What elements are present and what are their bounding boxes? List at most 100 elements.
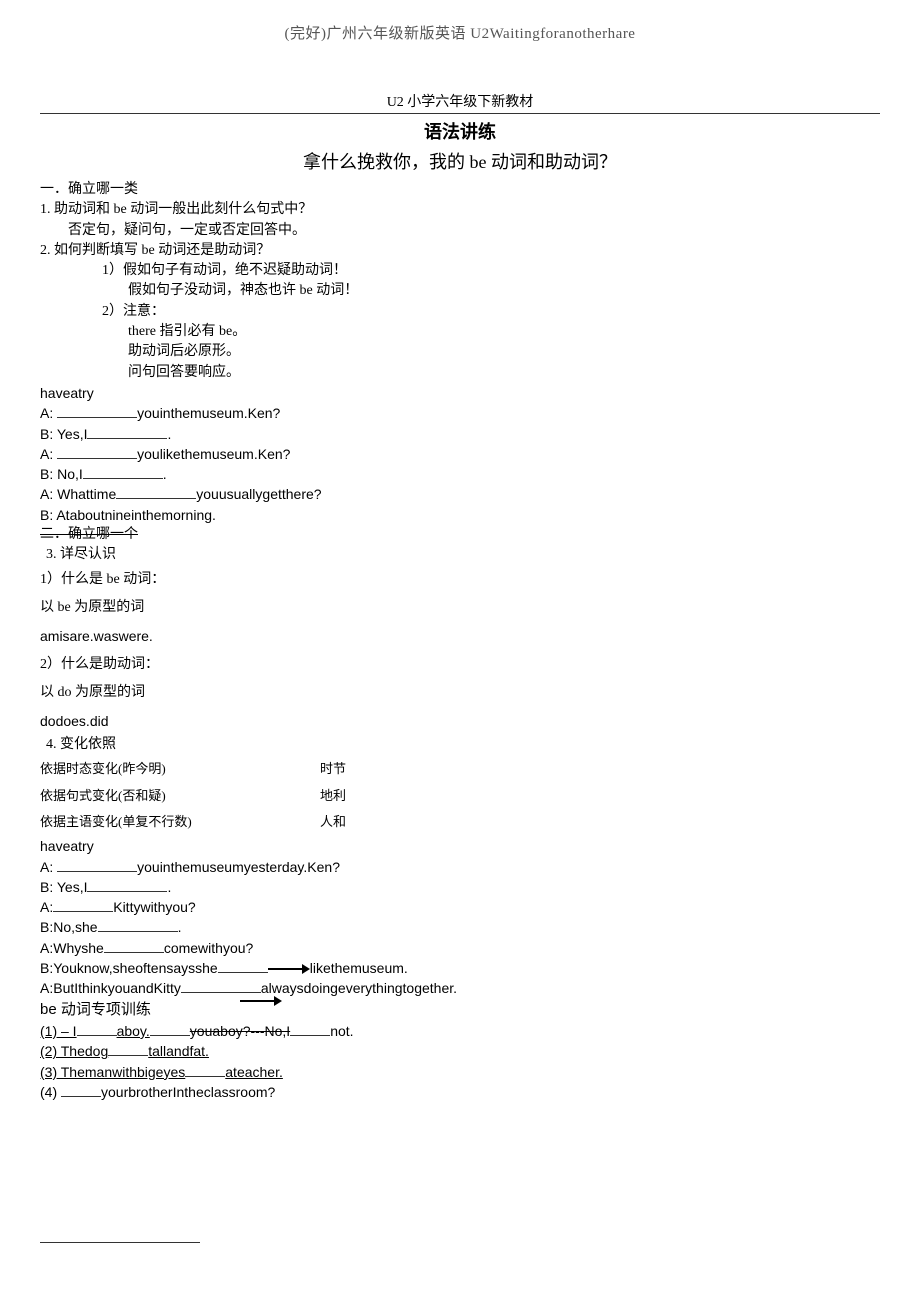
- block1-q2-2: 2）注意：: [40, 302, 880, 322]
- text: youinthemuseumyesterday.Ken?: [137, 859, 340, 875]
- blank-input[interactable]: [218, 959, 268, 973]
- q4-row-right: 地利: [320, 787, 440, 806]
- blank-input[interactable]: [108, 1043, 148, 1057]
- try1-line-a2: A: youlikethemuseum.Ken?: [40, 444, 880, 464]
- block2-q3-1: 1）什么是 be 动词：: [40, 566, 880, 594]
- topic-heading: 拿什么挽救你，我的 be 动词和助动词？: [40, 148, 880, 174]
- q4-row-right: 时节: [320, 760, 440, 779]
- unit-title: U2 小学六年级下新教材: [40, 91, 880, 111]
- try1-line-b2: B: No,I.: [40, 464, 880, 484]
- section-heading: 语法讲练: [40, 118, 880, 144]
- text: youusuallygetthere?: [196, 486, 321, 502]
- q4-row-left: 依据主语变化(单复不行数): [40, 813, 320, 832]
- try1-line-b3: B: Ataboutnineinthemorning.: [40, 505, 880, 525]
- blank-input[interactable]: [57, 858, 137, 872]
- try2-line-a2: A: Kittywithyou?: [40, 897, 880, 917]
- blank-input[interactable]: [53, 899, 113, 913]
- blank-input[interactable]: [77, 1022, 117, 1036]
- block2-q3-2b: dodoes.did: [40, 707, 880, 735]
- text: A:ButIthinkyouandKitty: [40, 980, 181, 996]
- text: A:: [40, 899, 53, 915]
- block2-q3-1a: 以 be 为原型的词: [40, 594, 880, 622]
- blank-input[interactable]: [181, 980, 261, 994]
- text: (1) – I: [40, 1023, 77, 1039]
- text: (4): [40, 1084, 61, 1100]
- blank-input[interactable]: [61, 1083, 101, 1097]
- text-struck: youaboy?---No,I: [190, 1023, 290, 1039]
- try2-line-a3: A:Whyshe comewithyou?: [40, 938, 880, 958]
- blank-input[interactable]: [57, 445, 137, 459]
- try2-line-a1: A: youinthemuseumyesterday.Ken?: [40, 857, 880, 877]
- be-item-3: (3) Themanwithbigeyes ateacher.: [40, 1062, 880, 1082]
- text: B: No,I: [40, 466, 83, 482]
- block2-q3: 3. 详尽认识: [40, 545, 880, 565]
- block2-q4: 4. 变化依照: [40, 735, 880, 755]
- text: A: Whattime: [40, 486, 116, 502]
- text: A:Whyshe: [40, 940, 104, 956]
- block2-heading: 二．确立哪一个: [40, 525, 138, 545]
- text: aboy.: [117, 1023, 150, 1039]
- blank-input[interactable]: [87, 425, 167, 439]
- arrow-icon: [268, 964, 310, 974]
- block1-q2-1b: 假如句子没动词，神态也许 be 动词！: [40, 281, 880, 301]
- try1-line-a3: A: Whattime youusuallygetthere?: [40, 484, 880, 504]
- try2-line-b1: B: Yes,I.: [40, 877, 880, 897]
- blank-input[interactable]: [83, 466, 163, 480]
- text: Kittywithyou?: [113, 899, 195, 915]
- blank-input[interactable]: [57, 405, 137, 419]
- be-section-title-text: be 动词专项训练: [40, 1001, 151, 1018]
- text: A:: [40, 446, 57, 462]
- blank-input[interactable]: [290, 1022, 330, 1036]
- be-item-1: (1) – I aboy. youaboy?---No,I not.: [40, 1021, 880, 1041]
- block1-q1: 1. 助动词和 be 动词一般出此刻什么句式中？: [40, 200, 880, 220]
- blank-input[interactable]: [98, 919, 178, 933]
- arrow-icon: [240, 996, 282, 1006]
- block1-q2-1a: 1）假如句子有动词，绝不迟疑助动词！: [40, 261, 880, 281]
- blank-input[interactable]: [104, 939, 164, 953]
- text: B: Yes,I: [40, 879, 87, 895]
- blank-input[interactable]: [116, 486, 196, 500]
- be-item-2: (2) Thedog tallandfat.: [40, 1041, 880, 1061]
- text: (2) Thedog: [40, 1043, 108, 1059]
- try2-line-b2: B:No,she.: [40, 917, 880, 937]
- text: (3) Themanwithbigeyes: [40, 1064, 185, 1080]
- try2-line-b3: B:Youknow,sheoftensaysshelikethemuseum.: [40, 958, 880, 978]
- block1-q2-2a: there 指引必有 be。: [40, 322, 880, 342]
- try2-label: haveatry: [40, 836, 880, 856]
- block1-q2: 2. 如何判断填写 be 动词还是助动词？: [40, 241, 880, 261]
- block2-q3-2a: 以 do 为原型的词: [40, 679, 880, 707]
- page-running-header: (完好)广州六年级新版英语 U2Waitingforanotherhare: [40, 0, 880, 43]
- title-rule: [40, 113, 880, 114]
- block2-q3-1b: amisare.waswere.: [40, 622, 880, 650]
- block1-a1: 否定句，疑问句，一定或否定回答中。: [40, 221, 880, 241]
- be-item-4: (4) yourbrotherIntheclassroom?: [40, 1082, 880, 1102]
- block2-q3-2: 2）什么是助动词：: [40, 651, 880, 679]
- text: ateacher.: [225, 1064, 283, 1080]
- text: comewithyou?: [164, 940, 254, 956]
- page-container: (完好)广州六年级新版英语 U2Waitingforanotherhare U2…: [0, 0, 920, 1303]
- text: .: [167, 426, 171, 442]
- try1-label: haveatry: [40, 383, 880, 403]
- text: B:Youknow,sheoftensaysshe: [40, 960, 218, 976]
- q4-row-left: 依据时态变化(昨今明): [40, 760, 320, 779]
- text: B: Yes,I: [40, 426, 87, 442]
- content-body: 一．确立哪一类 1. 助动词和 be 动词一般出此刻什么句式中？ 否定句，疑问句…: [40, 180, 880, 1243]
- footnote-rule: [40, 1242, 200, 1243]
- blank-input[interactable]: [150, 1022, 190, 1036]
- q4-row-left: 依据句式变化(否和疑): [40, 787, 320, 806]
- text: youinthemuseum.Ken?: [137, 405, 280, 421]
- be-section-title: be 动词专项训练: [40, 999, 880, 1021]
- text: A:: [40, 405, 57, 421]
- q4-row-right: 人和: [320, 813, 440, 832]
- text: tallandfat.: [148, 1043, 209, 1059]
- block1-q2-2c: 问句回答要响应。: [40, 363, 880, 383]
- text: alwaysdoingeverythingtogether.: [261, 980, 457, 996]
- text: A:: [40, 859, 57, 875]
- blank-input[interactable]: [185, 1063, 225, 1077]
- q4-row-0: 依据时态变化(昨今明) 时节: [40, 756, 880, 783]
- text: .: [167, 879, 171, 895]
- try1-line-b1: B: Yes,I.: [40, 424, 880, 444]
- blank-input[interactable]: [87, 878, 167, 892]
- try2-line-a4: A:ButIthinkyouandKitty alwaysdoingeveryth…: [40, 978, 880, 998]
- text: not.: [330, 1023, 353, 1039]
